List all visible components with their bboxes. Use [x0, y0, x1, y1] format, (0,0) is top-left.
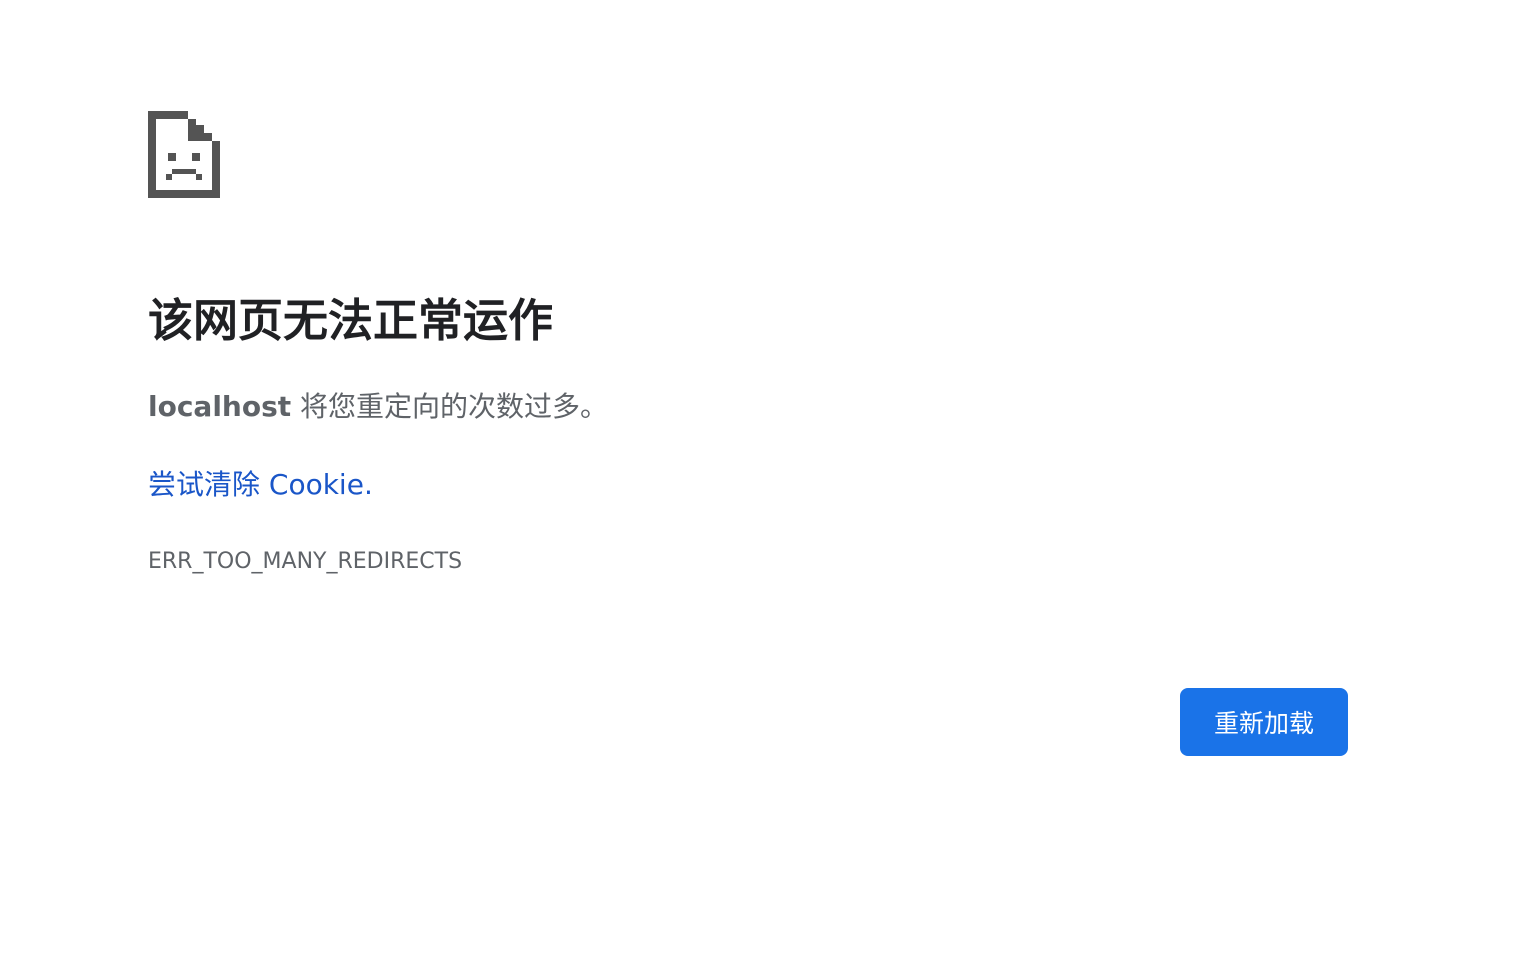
error-summary: localhost 将您重定向的次数过多。 [148, 389, 608, 425]
suggestion-suffix: . [363, 468, 373, 501]
page-title: 该网页无法正常运作 [148, 294, 554, 347]
suggestion: 尝试清除 Cookie. [148, 467, 373, 503]
clear-cookies-link[interactable]: 尝试清除 Cookie [148, 468, 364, 501]
error-code: ERR_TOO_MANY_REDIRECTS [148, 549, 463, 574]
error-host: localhost [148, 390, 292, 423]
reload-button[interactable]: 重新加载 [1180, 688, 1348, 756]
error-summary-text: 将您重定向的次数过多。 [291, 390, 609, 423]
sad-document-icon [148, 111, 220, 198]
